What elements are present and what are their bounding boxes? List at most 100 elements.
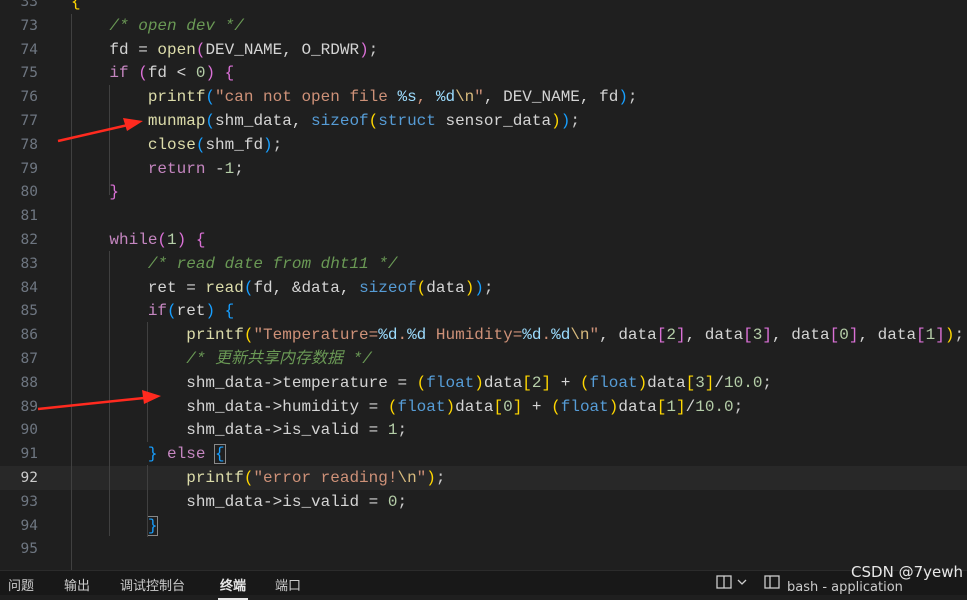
line-number: 77: [20, 113, 38, 129]
code-token: ): [637, 373, 648, 392]
code-token: ): [263, 135, 273, 154]
code-text: if(ret) {: [71, 299, 234, 323]
code-line[interactable]: 77 munmap(shm_data, sizeof(struct sensor…: [0, 109, 967, 133]
code-token: float: [426, 373, 475, 392]
code-text: close(shm_fd);: [71, 133, 282, 157]
code-token: 1: [167, 231, 177, 249]
code-token: ): [618, 88, 628, 107]
line-number: 76: [20, 89, 38, 106]
tab-output[interactable]: 输出: [64, 575, 90, 594]
code-line[interactable]: 78 close(shm_fd);: [0, 133, 967, 157]
code-token: (: [416, 373, 427, 392]
code-token: 10.0: [695, 397, 734, 416]
code-token: %d: [435, 88, 456, 107]
code-token: 2: [666, 326, 676, 345]
line-number: 91: [20, 446, 38, 463]
code-text: while(1) {: [71, 228, 205, 252]
code-text: shm_data->temperature = (float)data[2] +…: [71, 371, 772, 395]
code-token: ;: [272, 135, 283, 154]
code-line[interactable]: 95: [0, 537, 967, 561]
code-token: %d: [522, 326, 542, 345]
code-line[interactable]: 90 shm_data->is_valid = 1;: [0, 418, 967, 442]
line-number: 92: [20, 470, 38, 486]
line-number: 78: [20, 136, 38, 153]
code-token: shm_fd: [205, 135, 264, 154]
tab-debug-console[interactable]: 调试控制台: [120, 575, 185, 594]
code-line[interactable]: 75 if (fd < 0) {: [0, 61, 967, 85]
code-text: printf("can not open file %s, %d\n", DEV…: [71, 85, 638, 109]
code-line[interactable]: 84 ret = read(fd, &data, sizeof(data));: [0, 276, 967, 300]
code-token: 0: [839, 326, 849, 345]
code-token: (: [243, 469, 254, 487]
code-token: %d: [378, 326, 398, 345]
code-text: /* 更新共享内存数据 */: [71, 347, 372, 371]
code-token: shm_data->humidity =: [186, 397, 388, 416]
code-editor[interactable]: 33{73 /* open dev */74 fd = open(DEV_NAM…: [0, 0, 967, 570]
code-line[interactable]: 91 } else {: [0, 442, 967, 466]
code-text: if (fd < 0) {: [71, 61, 234, 85]
code-line[interactable]: 85 if(ret) {: [0, 299, 967, 323]
code-line[interactable]: 89 shm_data->humidity = (float)data[0] +…: [0, 395, 967, 419]
code-token: ): [445, 397, 456, 416]
code-token: (: [205, 112, 216, 130]
tab-ports[interactable]: 端口: [275, 575, 301, 594]
code-token: 0: [503, 397, 513, 416]
code-token: ): [474, 373, 484, 392]
code-token: ;: [483, 278, 494, 297]
code-line[interactable]: 73 /* open dev */: [0, 14, 967, 38]
code-line[interactable]: 94 }: [0, 514, 967, 538]
line-number: 80: [20, 184, 38, 201]
chevron-down-icon[interactable]: [737, 575, 747, 593]
code-line[interactable]: 83 /* read date from dht11 */: [0, 252, 967, 276]
code-line[interactable]: 92 printf("error reading!\n");: [0, 466, 967, 490]
line-number: 93: [20, 493, 38, 510]
code-token: else: [167, 445, 206, 464]
code-token: data: [647, 373, 686, 392]
code-token: ]: [762, 326, 772, 345]
code-token: {: [224, 64, 235, 83]
code-line[interactable]: 88 shm_data->temperature = (float)data[2…: [0, 371, 967, 395]
terminal-instance-label[interactable]: bash - application: [787, 580, 903, 595]
code-token: sizeof: [359, 278, 417, 297]
code-line[interactable]: 74 fd = open(DEV_NAME, O_RDWR);: [0, 38, 967, 62]
code-token: (: [195, 40, 206, 59]
code-token: struct: [378, 112, 436, 130]
code-text: shm_data->is_valid = 0;: [71, 490, 407, 514]
code-line[interactable]: 82 while(1) {: [0, 228, 967, 252]
code-text: shm_data->is_valid = 1;: [71, 418, 407, 442]
tab-problems[interactable]: 问题: [8, 575, 34, 594]
code-token: ;: [435, 469, 446, 487]
tab-terminal[interactable]: 终端: [217, 575, 249, 600]
line-number: 79: [20, 160, 38, 177]
code-line[interactable]: 76 printf("can not open file %s, %d\n", …: [0, 85, 967, 109]
line-number: 89: [20, 398, 38, 415]
code-token: ): [551, 112, 561, 130]
code-text: } else {: [71, 442, 226, 466]
code-token: data: [618, 397, 657, 416]
code-line[interactable]: 33 {: [0, 0, 967, 14]
code-token: ): [464, 278, 475, 297]
line-number: 84: [20, 279, 38, 296]
code-token: shm_data->is_valid =: [186, 492, 388, 511]
code-token: ]: [675, 326, 686, 345]
code-line[interactable]: 93 shm_data->is_valid = 0;: [0, 490, 967, 514]
code-token: return: [147, 159, 206, 178]
code-token: (: [205, 88, 216, 107]
code-token: [: [743, 326, 753, 345]
code-line[interactable]: 81: [0, 204, 967, 228]
split-terminal-icon[interactable]: [716, 575, 732, 593]
code-line[interactable]: 86 printf("Temperature=%d.%d Humidity=%d…: [0, 323, 967, 347]
code-token: ): [205, 302, 216, 321]
code-line[interactable]: 80 }: [0, 180, 967, 204]
code-token: ): [426, 469, 436, 487]
code-line[interactable]: 79 return -1;: [0, 157, 967, 181]
code-text: {: [71, 0, 81, 14]
code-token: (: [243, 278, 254, 297]
line-number: 81: [20, 208, 38, 225]
code-token: fd <: [147, 64, 196, 83]
code-line[interactable]: 87 /* 更新共享内存数据 */: [0, 347, 967, 371]
